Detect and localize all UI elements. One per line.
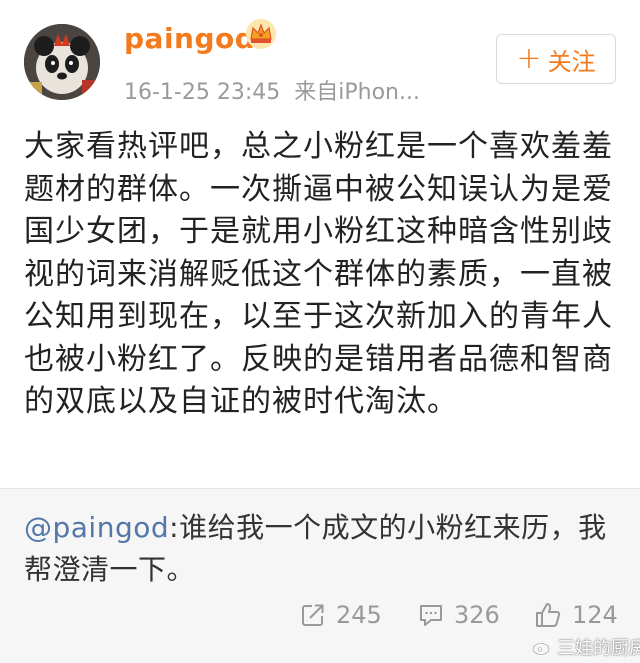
post-meta: 16-1-25 23:45 来自iPhon... (124, 74, 420, 106)
follow-button[interactable]: + 关注 (496, 34, 616, 84)
repost-button[interactable]: 245 (300, 597, 382, 633)
weibo-post-card: paingod 16-1-25 23:45 来自iPhon... + 关注 大家看… (0, 0, 640, 663)
post-timestamp: 16-1-25 23:45 (124, 80, 281, 105)
crown-icon (246, 19, 276, 49)
like-count: 124 (572, 601, 618, 629)
like-button[interactable]: 124 (534, 597, 618, 633)
comment-icon (420, 605, 442, 626)
watermark: 三娃的厨房 (532, 634, 640, 660)
watermark-text: 三娃的厨房 (557, 638, 640, 659)
thumbs-up-icon (536, 603, 561, 627)
follow-label: 关注 (547, 47, 596, 76)
comment-button[interactable]: 326 (418, 597, 500, 633)
username[interactable]: paingod (124, 22, 255, 55)
comment-count: 326 (454, 601, 500, 629)
post-text: 大家看热评吧，总之小粉红是一个喜欢羞羞题材的群体。一次撕逼中被公知误认为是爱国少… (24, 129, 613, 419)
post-source[interactable]: 来自iPhon... (294, 80, 420, 105)
repost-count: 245 (336, 601, 382, 629)
repost-icon (302, 604, 324, 626)
retweet-text: @paingod:谁给我一个成文的小粉红来历，我帮澄清一下。 (24, 507, 616, 591)
retweet-mention-link[interactable]: @paingod (24, 511, 169, 544)
user-avatar[interactable] (24, 24, 100, 100)
panda-avatar-icon (24, 24, 100, 100)
weibo-logo-icon (532, 639, 553, 656)
plus-icon: + (516, 41, 542, 76)
